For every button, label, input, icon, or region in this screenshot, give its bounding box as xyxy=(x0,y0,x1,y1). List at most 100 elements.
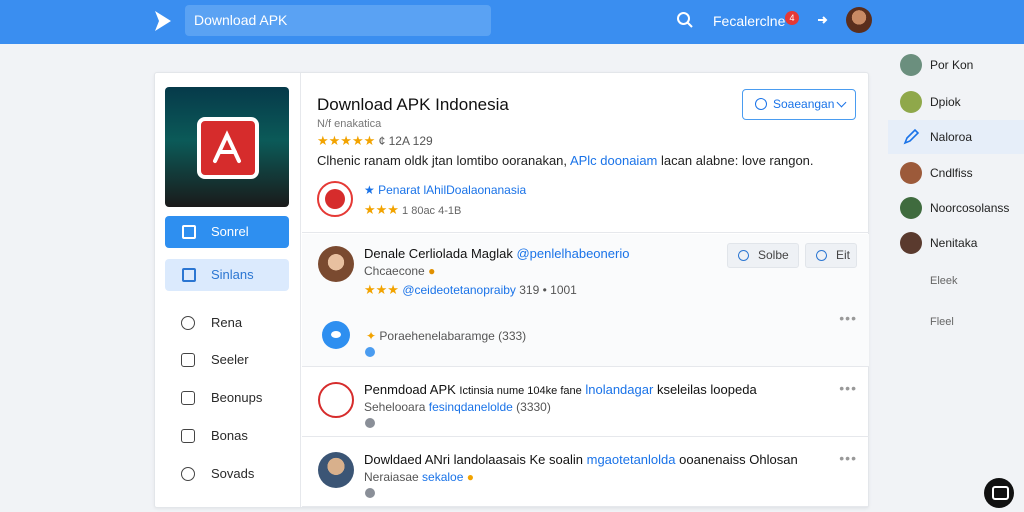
user-label[interactable]: Fecalerclne xyxy=(713,13,785,29)
box-icon xyxy=(181,429,195,443)
nav-item-3[interactable]: Beonups xyxy=(165,387,289,409)
nav-item-2[interactable]: Seeler xyxy=(165,349,289,371)
description-text-rest: lacan alabne: love rangon. xyxy=(661,153,814,168)
wrench-icon xyxy=(365,418,375,428)
sidebar-person-label: Nenitaka xyxy=(930,236,978,250)
post-meta: ★★★ @ceideotetanopraiby 319 • 1001 xyxy=(364,282,577,297)
edit-icon xyxy=(903,128,920,145)
share-button-label: Sinlans xyxy=(211,267,254,282)
post-tag-link[interactable]: mgaotetanlolda xyxy=(587,452,676,467)
sign-in-icon[interactable] xyxy=(815,12,831,28)
app-thumbnail[interactable] xyxy=(165,87,289,207)
search-input[interactable]: Download APK xyxy=(185,5,491,36)
sidebar-person-active[interactable]: Naloroa xyxy=(888,120,1024,154)
sidebar-link[interactable]: Fleel xyxy=(930,316,954,328)
app-logo-icon[interactable] xyxy=(150,8,176,34)
feed-post: Denale Cerliolada Maglak @penlelhabeoner… xyxy=(302,234,869,367)
follow-button-label: Soaeangan xyxy=(773,97,835,111)
sidebar-link[interactable]: Eleek xyxy=(930,275,958,287)
compass-icon xyxy=(181,316,195,330)
sidebar-person[interactable]: Por Kon xyxy=(888,48,1024,82)
post-subline-link[interactable]: sekaloe xyxy=(422,470,463,484)
notification-badge[interactable]: 4 xyxy=(785,11,799,25)
feed-post: Dowldaed ANri landolaasais Ke soalin mga… xyxy=(302,438,869,507)
nav-item-label: Seeler xyxy=(211,352,249,367)
rating-row: ★★★★★ ¢ 12A 129 xyxy=(317,133,433,149)
post-subline-link[interactable]: fesinqdanelolde xyxy=(429,400,513,414)
sidebar-person-label: Naloroa xyxy=(930,130,973,144)
nav-item-label: Bonas xyxy=(211,428,248,443)
sidebar-person-label: Dpiok xyxy=(930,95,961,109)
sidebar-person-label: Por Kon xyxy=(930,58,974,72)
post-author: Dowldaed ANri landolaasais Ke soalin mga… xyxy=(364,452,798,467)
nav-item-4[interactable]: Bonas xyxy=(165,425,289,447)
description-link[interactable]: APlc doonaiam xyxy=(570,153,657,168)
nav-item-label: Beonups xyxy=(211,390,263,405)
post-tag-link[interactable]: lnolandagar xyxy=(585,382,653,397)
developer-meta: ★★★ 1 80ac 4-1B xyxy=(364,202,462,217)
chevron-down-icon xyxy=(836,97,847,108)
comment-icon xyxy=(365,488,375,498)
app-header: Download APK Indonesia N/f enakatica ★★★… xyxy=(302,73,869,233)
sidebar-person[interactable]: Noorcosolanss xyxy=(888,191,1024,225)
save-icon xyxy=(738,250,749,261)
edit-button-label: Eit xyxy=(836,248,851,262)
nav-item-5[interactable]: Sovads xyxy=(165,463,289,485)
rating-text: ¢ 12A 129 xyxy=(378,134,433,148)
avatar xyxy=(900,197,922,219)
edit-icon xyxy=(816,250,827,261)
avatar[interactable] xyxy=(846,7,872,33)
clock-icon xyxy=(181,467,195,481)
download-icon xyxy=(182,225,196,239)
nav-item-1[interactable]: Rena xyxy=(165,312,289,334)
app-description: Clhenic ranam oldk jtan lomtibo ooranaka… xyxy=(317,153,814,168)
download-button-label: Sonrel xyxy=(211,224,249,239)
left-panel: Sonrel Sinlans Rena Seeler Beonups Bonas… xyxy=(155,73,301,507)
download-button[interactable]: Sonrel xyxy=(165,216,289,248)
avatar[interactable] xyxy=(318,382,354,418)
save-button-label: Solbe xyxy=(758,248,789,262)
sidebar-person[interactable]: Cndlfiss xyxy=(888,156,1024,190)
post-subline: Sehelooara fesinqdanelolde (3330) xyxy=(364,400,551,414)
save-button[interactable]: Solbe xyxy=(727,243,799,268)
more-options-icon[interactable]: ••• xyxy=(839,380,857,396)
nav-item-label: Rena xyxy=(211,315,243,330)
avatar xyxy=(900,162,922,184)
post-subline: Neraiasae sekaloe ● xyxy=(364,470,475,484)
feed-post: Penmdoad APK Ictinsia nume 104ke fane ln… xyxy=(302,368,869,437)
nav-item-label: Sovads xyxy=(211,466,255,481)
top-bar: Download APK Fecalerclne 4 xyxy=(0,0,1024,44)
share-button[interactable]: Sinlans xyxy=(165,259,289,291)
developer-logo[interactable] xyxy=(317,181,353,217)
avatar xyxy=(900,232,922,254)
more-options-icon[interactable]: ••• xyxy=(839,310,857,326)
post-author-handle[interactable]: @penlelhabeonerio xyxy=(516,246,629,261)
window-icon xyxy=(181,353,195,367)
refresh-icon xyxy=(755,98,767,110)
more-options-icon[interactable]: ••• xyxy=(839,450,857,466)
avatar[interactable] xyxy=(318,452,354,488)
description-text: Clhenic ranam oldk jtan lomtibo ooranaka… xyxy=(317,153,568,168)
sidebar-person-label: Cndlfiss xyxy=(930,166,973,180)
main-card: Sonrel Sinlans Rena Seeler Beonups Bonas… xyxy=(154,72,869,508)
grid-icon xyxy=(181,391,195,405)
edit-button[interactable]: Eit xyxy=(805,243,857,268)
search-icon[interactable] xyxy=(676,11,694,29)
avatar[interactable] xyxy=(318,246,354,282)
play-icon[interactable] xyxy=(322,321,350,349)
sidebar-person[interactable]: Dpiok xyxy=(888,85,1024,119)
app-title: Download APK Indonesia xyxy=(317,95,509,114)
post-author: Penmdoad APK Ictinsia nume 104ke fane ln… xyxy=(364,382,757,397)
post-text: ✦ Poraehenelabaramge (333) xyxy=(366,329,527,343)
developer-link[interactable]: ★ Penarat lAhilDoalaonanasia xyxy=(364,183,526,197)
star-rating-icon: ★★★★★ xyxy=(317,133,376,148)
share-icon xyxy=(182,268,196,282)
pdf-logo-icon xyxy=(213,130,241,163)
chat-icon[interactable] xyxy=(984,478,1014,508)
link-icon xyxy=(365,347,375,357)
avatar xyxy=(900,54,922,76)
post-subline: Chcaecone ● xyxy=(364,264,436,278)
follow-dropdown-button[interactable]: Soaeangan xyxy=(742,89,856,120)
sidebar-person-label: Noorcosolanss xyxy=(930,201,1010,215)
sidebar-person[interactable]: Nenitaka xyxy=(888,226,1024,260)
